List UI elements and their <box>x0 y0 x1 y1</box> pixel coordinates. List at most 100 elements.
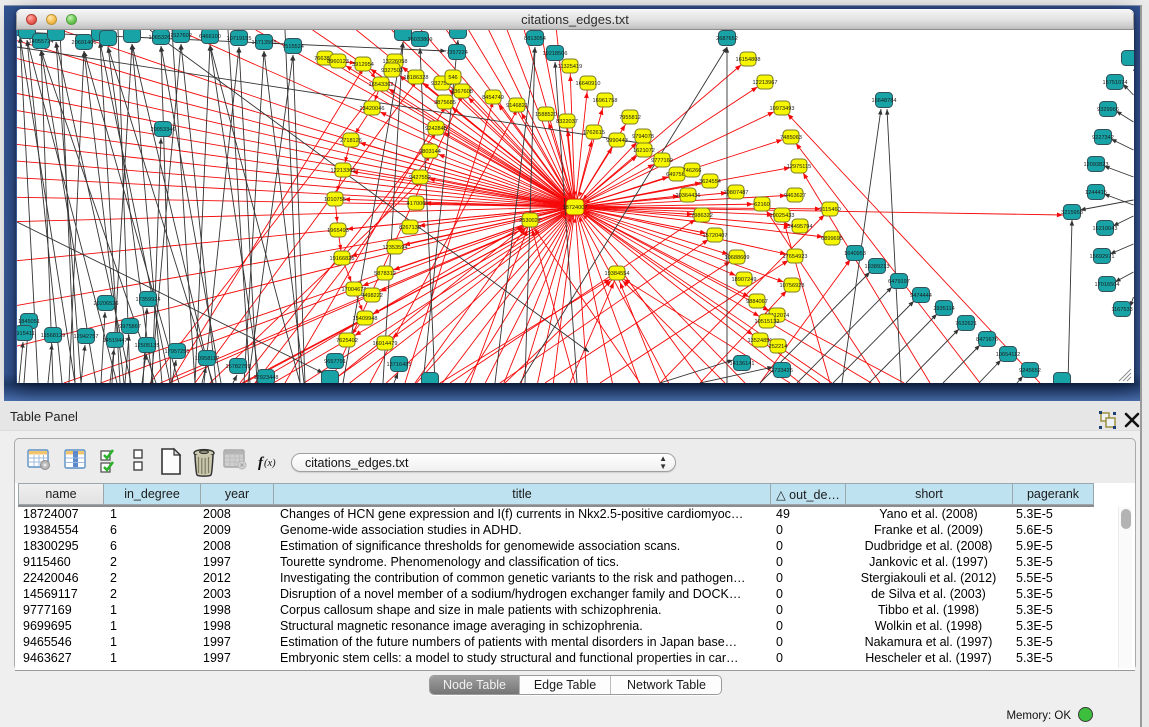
svg-text:6479197: 6479197 <box>888 279 910 285</box>
svg-text:18724007: 18724007 <box>562 205 587 211</box>
svg-text:1588520: 1588520 <box>535 112 557 118</box>
svg-text:15751074: 15751074 <box>1102 80 1127 86</box>
svg-text:1010755: 1010755 <box>324 197 346 203</box>
svg-text:11568129: 11568129 <box>40 333 64 339</box>
svg-text:12923448: 12923448 <box>253 375 278 381</box>
svg-text:9777169: 9777169 <box>651 158 673 164</box>
svg-text:20206526: 20206526 <box>93 301 118 307</box>
svg-text:2367608: 2367608 <box>451 89 473 95</box>
svg-text:23420046: 23420046 <box>359 106 384 112</box>
svg-text:16640910: 16640910 <box>575 81 600 87</box>
svg-text:16154808: 16154808 <box>735 57 760 63</box>
svg-text:7485063: 7485063 <box>780 135 802 141</box>
svg-text:9474444: 9474444 <box>910 293 932 299</box>
svg-text:8454749: 8454749 <box>482 95 504 101</box>
svg-text:12093823: 12093823 <box>1083 162 1108 168</box>
svg-text:12975115: 12975115 <box>786 164 810 170</box>
svg-text:16713565: 16713565 <box>251 40 276 46</box>
svg-text:9657791: 9657791 <box>324 359 346 365</box>
svg-text:16961758: 16961758 <box>592 98 617 104</box>
svg-text:9245652: 9245652 <box>1019 368 1041 374</box>
svg-text:2935114: 2935114 <box>933 306 954 312</box>
svg-text:12942757: 12942757 <box>73 334 98 340</box>
svg-text:2803144: 2803144 <box>419 149 441 155</box>
svg-text:3915411: 3915411 <box>17 331 35 337</box>
svg-text:2530027: 2530027 <box>519 218 541 224</box>
svg-text:15409948: 15409948 <box>352 316 377 322</box>
svg-text:17654923: 17654923 <box>782 254 807 260</box>
svg-text:9327503: 9327503 <box>381 68 403 74</box>
svg-text:746266: 746266 <box>682 168 701 174</box>
svg-text:417006: 417006 <box>406 201 425 207</box>
svg-text:252214: 252214 <box>768 344 787 350</box>
svg-text:17359924: 17359924 <box>135 297 160 303</box>
svg-text:10515132: 10515132 <box>754 319 779 325</box>
svg-text:14136141: 14136141 <box>729 361 754 367</box>
svg-text:1762615: 1762615 <box>583 130 605 136</box>
svg-text:10688609: 10688609 <box>724 255 749 261</box>
svg-text:1244415: 1244415 <box>1085 190 1107 196</box>
svg-text:9115460: 9115460 <box>819 207 840 213</box>
svg-text:6899695: 6899695 <box>821 236 843 242</box>
svg-text:9242848: 9242848 <box>425 126 447 132</box>
svg-text:10807487: 10807487 <box>723 190 748 196</box>
svg-text:15720407: 15720407 <box>702 233 727 239</box>
svg-text:7357224: 7357224 <box>446 50 468 56</box>
svg-text:6466100: 6466100 <box>199 34 221 40</box>
svg-text:5878312: 5878312 <box>374 271 396 277</box>
svg-text:10025433: 10025433 <box>769 213 794 219</box>
svg-text:3912954: 3912954 <box>352 62 374 68</box>
svg-text:62160: 62160 <box>754 202 770 208</box>
svg-text:10973493: 10973493 <box>769 106 794 112</box>
svg-text:1621072: 1621072 <box>633 148 655 154</box>
svg-text:16782759: 16782759 <box>225 364 250 370</box>
svg-text:20364436: 20364436 <box>675 193 700 199</box>
svg-text:11325419: 11325419 <box>557 64 581 70</box>
svg-text:20053346: 20053346 <box>150 127 175 133</box>
svg-text:8813054: 8813054 <box>524 36 546 42</box>
svg-text:7632621: 7632621 <box>955 321 977 327</box>
svg-text:7625402: 7625402 <box>336 338 358 344</box>
svg-text:16914479: 16914479 <box>372 341 397 347</box>
svg-text:1733426: 1733426 <box>771 368 793 374</box>
svg-text:10958117: 10958117 <box>194 356 218 362</box>
svg-text:2687652: 2687652 <box>716 36 738 42</box>
svg-text:19218506: 19218506 <box>542 51 567 57</box>
svg-text:17957255: 17957255 <box>164 349 189 355</box>
svg-text:9794078: 9794078 <box>632 134 654 140</box>
svg-text:3624554: 3624554 <box>699 179 721 185</box>
svg-text:9975867: 9975867 <box>119 324 141 330</box>
svg-text:8960123: 8960123 <box>327 59 349 65</box>
svg-text:16210043: 16210043 <box>1092 226 1117 232</box>
svg-text:2718126: 2718126 <box>340 138 362 144</box>
svg-text:19384554: 19384554 <box>604 271 629 277</box>
svg-text:18907249: 18907249 <box>731 277 756 283</box>
svg-text:3215958: 3215958 <box>1061 210 1083 216</box>
svg-text:10654112: 10654112 <box>995 352 1019 358</box>
svg-text:3875685: 3875685 <box>434 100 456 106</box>
svg-text:12505135: 12505135 <box>134 343 159 349</box>
svg-text:14495794: 14495794 <box>787 224 812 230</box>
svg-text:546: 546 <box>448 75 457 81</box>
svg-text:20691406: 20691406 <box>71 40 96 46</box>
svg-text:16033809: 16033809 <box>407 37 432 43</box>
svg-text:15692971: 15692971 <box>1089 254 1114 260</box>
svg-text:9884067: 9884067 <box>746 299 768 305</box>
svg-text:7955812: 7955812 <box>619 115 641 121</box>
svg-text:18186328: 18186328 <box>403 75 428 81</box>
svg-text:19389213: 19389213 <box>864 264 889 270</box>
svg-text:1527602: 1527602 <box>170 33 192 39</box>
svg-text:12213369: 12213369 <box>330 168 355 174</box>
svg-text:9329966: 9329966 <box>1097 107 1119 113</box>
svg-text:1167533: 1167533 <box>1111 307 1132 313</box>
svg-text:8267130: 8267130 <box>399 225 421 231</box>
svg-text:19166825: 19166825 <box>329 256 354 262</box>
svg-text:17016504: 17016504 <box>1094 282 1119 288</box>
svg-text:1845051: 1845051 <box>18 319 40 325</box>
svg-text:1640953: 1640953 <box>844 251 866 257</box>
svg-text:9146821: 9146821 <box>506 103 528 109</box>
svg-text:16543362: 16543362 <box>368 82 393 88</box>
svg-text:10719155: 10719155 <box>226 36 251 42</box>
svg-text:1965493: 1965493 <box>327 228 349 234</box>
svg-text:13716485: 13716485 <box>386 362 411 368</box>
